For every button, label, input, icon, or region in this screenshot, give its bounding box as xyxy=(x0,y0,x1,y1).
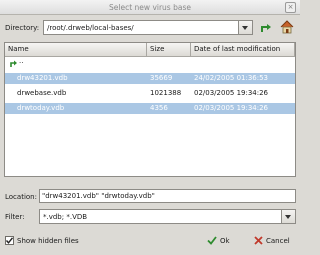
parent-folder-label: .. xyxy=(19,57,24,65)
filter-label: Filter: xyxy=(5,213,25,221)
file-date: 24/02/2005 01:36:53 xyxy=(194,74,269,82)
file-size: 35669 xyxy=(150,74,173,82)
table-row[interactable]: drwebase.vdb 1021388 02/03/2005 19:34:26 xyxy=(5,88,295,99)
ok-button[interactable]: Ok xyxy=(202,233,242,248)
location-value: "drw43201.vdb" "drwtoday.vdb" xyxy=(42,192,155,200)
list-item-parent[interactable]: .. xyxy=(5,57,295,72)
home-icon[interactable] xyxy=(279,19,295,35)
filter-dropdown-button[interactable] xyxy=(281,210,295,223)
directory-value: /root/.drweb/local-bases/ xyxy=(47,24,134,32)
cancel-button[interactable]: Cancel xyxy=(250,233,296,248)
file-date: 02/03/2005 19:34:26 xyxy=(194,89,269,97)
cancel-label: Cancel xyxy=(266,237,290,245)
file-name: drwebase.vdb xyxy=(17,89,67,97)
go-up-icon[interactable] xyxy=(259,20,274,35)
file-size: 1021388 xyxy=(150,89,182,97)
file-name: drwtoday.vdb xyxy=(17,104,65,112)
location-label: Location: xyxy=(5,193,37,201)
directory-label: Directory: xyxy=(5,24,40,32)
column-header-date[interactable]: Date of last modification xyxy=(191,43,295,57)
file-size: 4356 xyxy=(150,104,168,112)
checkmark-icon xyxy=(207,236,217,245)
window-titlebar: Select new virus base × xyxy=(0,0,300,15)
window-title: Select new virus base xyxy=(109,3,191,12)
show-hidden-checkbox[interactable] xyxy=(5,236,14,245)
column-header-name[interactable]: Name xyxy=(5,43,147,57)
filter-combo[interactable]: *.vdb; *.VDB xyxy=(39,209,296,224)
file-date: 02/03/2005 19:34:26 xyxy=(194,104,269,112)
column-header-size[interactable]: Size xyxy=(147,43,191,57)
table-row[interactable]: drw43201.vdb 35669 24/02/2005 01:36:53 xyxy=(5,73,295,84)
ok-label: Ok xyxy=(220,237,230,245)
go-up-icon xyxy=(9,58,19,72)
directory-combo[interactable]: /root/.drweb/local-bases/ xyxy=(43,20,253,35)
location-input[interactable]: "drw43201.vdb" "drwtoday.vdb" xyxy=(39,189,296,203)
filter-value: *.vdb; *.VDB xyxy=(43,213,88,221)
directory-dropdown-button[interactable] xyxy=(238,21,252,34)
table-row[interactable]: drwtoday.vdb 4356 02/03/2005 19:34:26 xyxy=(5,103,295,114)
file-name: drw43201.vdb xyxy=(17,74,68,82)
close-icon xyxy=(254,236,263,245)
file-list[interactable]: Name Size Date of last modification .. d… xyxy=(4,42,296,177)
close-window-button[interactable]: × xyxy=(285,2,296,13)
show-hidden-label: Show hidden files xyxy=(17,237,79,245)
